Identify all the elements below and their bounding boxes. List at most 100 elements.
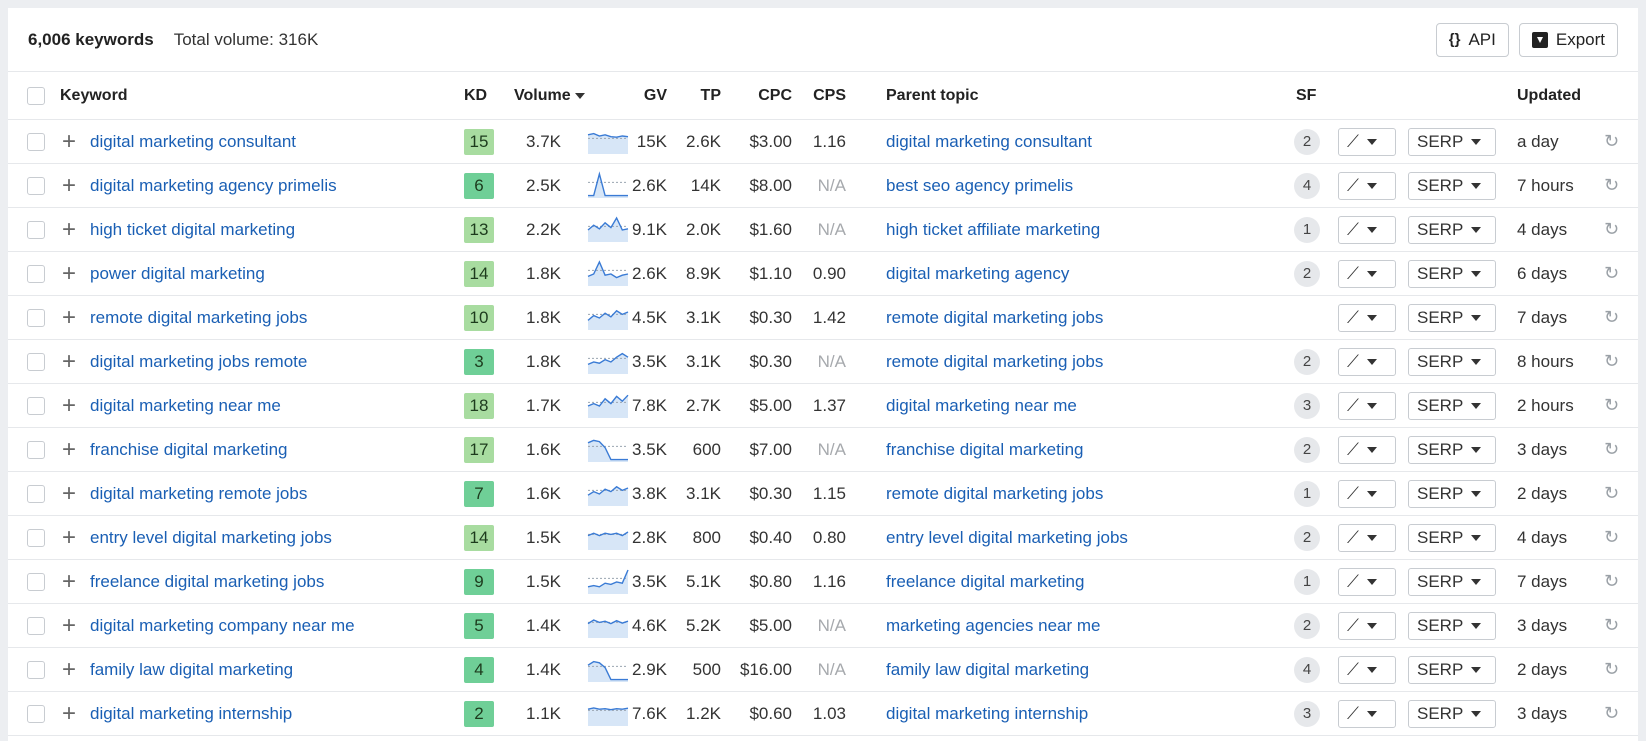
parent-topic-link[interactable]: marketing agencies near me — [886, 604, 1101, 647]
add-icon[interactable]: + — [62, 560, 76, 603]
col-updated[interactable]: Updated — [1517, 72, 1581, 119]
col-tp[interactable]: TP — [701, 72, 721, 119]
trend-dropdown[interactable]: ⟋ — [1338, 428, 1396, 471]
row-checkbox[interactable] — [27, 220, 45, 239]
trend-dropdown[interactable]: ⟋ — [1338, 340, 1396, 383]
add-icon[interactable]: + — [62, 340, 76, 383]
keyword-link[interactable]: digital marketing remote jobs — [90, 472, 307, 515]
refresh-icon[interactable]: ↻ — [1604, 208, 1619, 251]
add-icon[interactable]: + — [62, 252, 76, 295]
serp-dropdown[interactable]: SERP — [1408, 472, 1496, 515]
parent-topic-link[interactable]: entry level digital marketing jobs — [886, 516, 1128, 559]
row-checkbox[interactable] — [27, 176, 45, 195]
sf-count[interactable]: 2 — [1294, 252, 1320, 295]
keyword-link[interactable]: digital marketing consultant — [90, 120, 296, 163]
serp-dropdown[interactable]: SERP — [1408, 648, 1496, 691]
sf-count[interactable]: 2 — [1294, 604, 1320, 647]
serp-dropdown[interactable]: SERP — [1408, 516, 1496, 559]
add-icon[interactable]: + — [62, 296, 76, 339]
row-checkbox[interactable] — [27, 528, 45, 547]
keyword-link[interactable]: entry level digital marketing jobs — [90, 516, 332, 559]
sf-count[interactable]: 2 — [1294, 340, 1320, 383]
parent-topic-link[interactable]: remote digital marketing jobs — [886, 340, 1103, 383]
trend-dropdown[interactable]: ⟋ — [1338, 384, 1396, 427]
serp-dropdown[interactable]: SERP — [1408, 384, 1496, 427]
refresh-icon[interactable]: ↻ — [1604, 472, 1619, 515]
add-icon[interactable]: + — [62, 604, 76, 647]
add-icon[interactable]: + — [62, 164, 76, 207]
keyword-link[interactable]: digital marketing near me — [90, 384, 281, 427]
keyword-link[interactable]: remote digital marketing jobs — [90, 296, 307, 339]
refresh-icon[interactable]: ↻ — [1604, 164, 1619, 207]
row-checkbox[interactable] — [27, 308, 45, 327]
keyword-link[interactable]: family law digital marketing — [90, 648, 293, 691]
keyword-link[interactable]: digital marketing internship — [90, 692, 292, 735]
col-kd[interactable]: KD — [464, 72, 487, 119]
keyword-link[interactable]: digital marketing agency primelis — [90, 164, 337, 207]
row-checkbox[interactable] — [27, 264, 45, 283]
serp-dropdown[interactable]: SERP — [1408, 208, 1496, 251]
row-checkbox[interactable] — [27, 572, 45, 591]
sf-count[interactable]: 2 — [1294, 120, 1320, 163]
trend-dropdown[interactable]: ⟋ — [1338, 252, 1396, 295]
col-parent-topic[interactable]: Parent topic — [886, 72, 978, 119]
export-button[interactable]: Export — [1518, 22, 1618, 57]
parent-topic-link[interactable]: digital marketing agency — [886, 252, 1069, 295]
add-icon[interactable]: + — [62, 472, 76, 515]
row-checkbox[interactable] — [27, 396, 45, 415]
trend-dropdown[interactable]: ⟋ — [1338, 472, 1396, 515]
row-checkbox[interactable] — [27, 660, 45, 679]
refresh-icon[interactable]: ↻ — [1604, 120, 1619, 163]
sf-count[interactable]: 4 — [1294, 648, 1320, 691]
col-gv[interactable]: GV — [644, 72, 667, 119]
sf-count[interactable]: 2 — [1294, 428, 1320, 471]
refresh-icon[interactable]: ↻ — [1604, 516, 1619, 559]
sf-count[interactable]: 1 — [1294, 560, 1320, 603]
sf-count[interactable]: 2 — [1294, 516, 1320, 559]
row-checkbox[interactable] — [27, 132, 45, 151]
parent-topic-link[interactable]: remote digital marketing jobs — [886, 472, 1103, 515]
col-sf[interactable]: SF — [1296, 72, 1316, 119]
sf-count[interactable]: 3 — [1294, 384, 1320, 427]
trend-dropdown[interactable]: ⟋ — [1338, 120, 1396, 163]
col-cpc[interactable]: CPC — [758, 72, 792, 119]
sf-count[interactable]: 1 — [1294, 208, 1320, 251]
add-icon[interactable]: + — [62, 692, 76, 735]
refresh-icon[interactable]: ↻ — [1604, 560, 1619, 603]
api-button[interactable]: {} API — [1435, 22, 1509, 57]
serp-dropdown[interactable]: SERP — [1408, 340, 1496, 383]
col-keyword[interactable]: Keyword — [60, 72, 128, 119]
add-icon[interactable]: + — [62, 208, 76, 251]
sf-count[interactable]: 1 — [1294, 472, 1320, 515]
refresh-icon[interactable]: ↻ — [1604, 604, 1619, 647]
parent-topic-link[interactable]: digital marketing consultant — [886, 120, 1092, 163]
trend-dropdown[interactable]: ⟋ — [1338, 516, 1396, 559]
serp-dropdown[interactable]: SERP — [1408, 296, 1496, 339]
sf-count[interactable]: 4 — [1294, 164, 1320, 207]
row-checkbox[interactable] — [27, 352, 45, 371]
parent-topic-link[interactable]: high ticket affiliate marketing — [886, 208, 1100, 251]
refresh-icon[interactable]: ↻ — [1604, 428, 1619, 471]
parent-topic-link[interactable]: best seo agency primelis — [886, 164, 1073, 207]
trend-dropdown[interactable]: ⟋ — [1338, 692, 1396, 735]
select-all-checkbox[interactable] — [27, 86, 45, 105]
refresh-icon[interactable]: ↻ — [1604, 340, 1619, 383]
serp-dropdown[interactable]: SERP — [1408, 164, 1496, 207]
keyword-link[interactable]: digital marketing company near me — [90, 604, 355, 647]
row-checkbox[interactable] — [27, 440, 45, 459]
refresh-icon[interactable]: ↻ — [1604, 648, 1619, 691]
serp-dropdown[interactable]: SERP — [1408, 252, 1496, 295]
trend-dropdown[interactable]: ⟋ — [1338, 208, 1396, 251]
refresh-icon[interactable]: ↻ — [1604, 296, 1619, 339]
keyword-link[interactable]: franchise digital marketing — [90, 428, 287, 471]
trend-dropdown[interactable]: ⟋ — [1338, 604, 1396, 647]
keyword-link[interactable]: power digital marketing — [90, 252, 265, 295]
serp-dropdown[interactable]: SERP — [1408, 692, 1496, 735]
keyword-link[interactable]: digital marketing jobs remote — [90, 340, 307, 383]
trend-dropdown[interactable]: ⟋ — [1338, 296, 1396, 339]
sf-count[interactable]: 3 — [1294, 692, 1320, 735]
parent-topic-link[interactable]: freelance digital marketing — [886, 560, 1084, 603]
add-icon[interactable]: + — [62, 120, 76, 163]
keyword-link[interactable]: high ticket digital marketing — [90, 208, 295, 251]
parent-topic-link[interactable]: family law digital marketing — [886, 648, 1089, 691]
